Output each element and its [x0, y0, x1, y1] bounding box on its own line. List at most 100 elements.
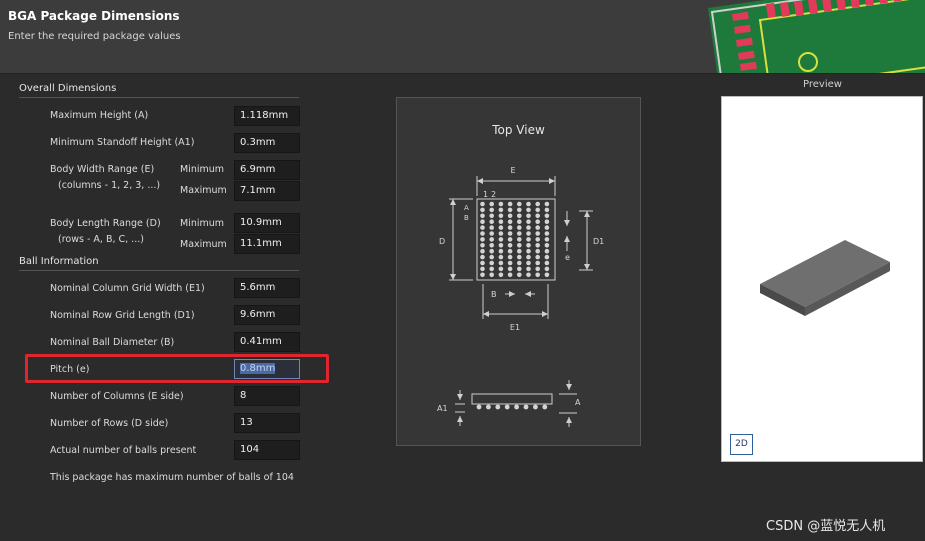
body-length-label: Body Length Range (D): [50, 218, 161, 229]
top-view-diagram: E 1 2 A B D D1 e B E1 A1 A: [437, 166, 604, 427]
ball: [498, 207, 504, 213]
body-width-min-value: 6.9mm: [240, 164, 276, 175]
ball: [535, 207, 540, 213]
dialog-subtitle: Enter the required package values: [8, 31, 181, 42]
dim-A1-label: A1: [437, 404, 448, 413]
ball: [480, 207, 485, 213]
side-view-balls: [476, 404, 548, 410]
ball: [489, 260, 494, 266]
min-standoff-label: Minimum Standoff Height (A1): [50, 137, 195, 148]
max-height-field[interactable]: 1.118mm: [234, 106, 300, 126]
ball: [526, 237, 531, 242]
body-length-sublabel: (rows - A, B, C, ...): [58, 234, 144, 245]
ball: [507, 266, 513, 272]
ball: [544, 201, 550, 207]
ball: [507, 225, 513, 230]
ball: [507, 237, 513, 242]
side-ball: [514, 404, 519, 410]
ball: [526, 266, 531, 272]
toggle-2d-button[interactable]: 2D: [730, 434, 753, 455]
side-ball: [486, 404, 491, 410]
body-width-max-field[interactable]: 7.1mm: [234, 181, 300, 201]
side-ball: [476, 404, 482, 410]
ball: [480, 248, 485, 254]
watermark-text: CSDN @蓝悦无人机: [766, 519, 886, 534]
ball: [480, 237, 485, 242]
ball: [480, 254, 485, 260]
ball: [489, 225, 494, 230]
ball: [507, 272, 513, 278]
body-length-max-label: Maximum: [180, 239, 227, 250]
side-view-body: [471, 393, 553, 405]
body-length-max-field[interactable]: 11.1mm: [234, 234, 300, 254]
ball: [517, 243, 522, 248]
body-width-max-value: 7.1mm: [240, 185, 276, 196]
ball: [517, 201, 522, 207]
row-A-label: A: [464, 204, 469, 212]
ball: [517, 248, 522, 254]
ball: [526, 213, 531, 219]
ball: [544, 248, 550, 254]
ball: [507, 231, 513, 236]
ball: [535, 201, 540, 207]
ball: [517, 231, 522, 236]
col-grid-width-field[interactable]: 5.6mm: [234, 278, 300, 298]
ball: [535, 225, 540, 230]
preview-label: Preview: [803, 79, 842, 90]
row-grid-length-field[interactable]: 9.6mm: [234, 305, 300, 325]
dialog-title: BGA Package Dimensions: [8, 9, 180, 23]
col-2-label: 2: [491, 190, 496, 199]
ball: [535, 254, 540, 260]
ball-diameter-field[interactable]: 0.41mm: [234, 332, 300, 352]
ball: [498, 243, 504, 248]
ball: [480, 213, 485, 219]
body-length-min-field[interactable]: 10.9mm: [234, 213, 300, 233]
body-length-min-value: 10.9mm: [240, 217, 282, 228]
ball: [489, 213, 494, 219]
ball: [526, 225, 531, 230]
ball: [498, 225, 504, 230]
ball: [544, 213, 550, 219]
ball: [489, 231, 494, 236]
max-height-label: Maximum Height (A): [50, 110, 149, 121]
side-ball: [542, 404, 548, 410]
ball: [526, 231, 531, 236]
ball: [507, 243, 513, 248]
ball: [517, 272, 522, 278]
ball: [480, 231, 485, 236]
ball: [498, 219, 504, 224]
package-3d-model: [760, 240, 890, 316]
body-width-min-label: Minimum: [180, 164, 225, 175]
ball: [507, 219, 513, 224]
section-overall-dimensions: Overall Dimensions: [19, 83, 117, 94]
ball: [526, 219, 531, 224]
body-width-min-field[interactable]: 6.9mm: [234, 160, 300, 180]
ball: [526, 272, 531, 278]
row-grid-length-label: Nominal Row Grid Length (D1): [50, 310, 195, 321]
actual-balls-field[interactable]: 104: [234, 440, 300, 460]
num-rows-field[interactable]: 13: [234, 413, 300, 433]
col-grid-width-label: Nominal Column Grid Width (E1): [50, 283, 205, 294]
min-standoff-field[interactable]: 0.3mm: [234, 133, 300, 153]
ball: [480, 272, 485, 278]
ball: [489, 254, 494, 260]
ball: [517, 237, 522, 242]
ball: [498, 260, 504, 266]
ball: [535, 231, 540, 236]
ball: [535, 266, 540, 272]
ball: [480, 243, 485, 248]
row-grid-length-value: 9.6mm: [240, 309, 276, 320]
ball: [517, 260, 522, 266]
ball: [544, 231, 550, 236]
ball: [544, 207, 550, 213]
num-rows-value: 13: [240, 417, 253, 428]
dim-B-label: B: [491, 290, 497, 299]
ball: [526, 254, 531, 260]
ball: [517, 254, 522, 260]
min-standoff-value: 0.3mm: [240, 137, 276, 148]
num-rows-label: Number of Rows (D side): [50, 418, 169, 429]
preview-3d-panel[interactable]: 2D: [721, 96, 923, 462]
num-columns-field[interactable]: 8: [234, 386, 300, 406]
ball: [498, 237, 504, 242]
ball: [526, 207, 531, 213]
